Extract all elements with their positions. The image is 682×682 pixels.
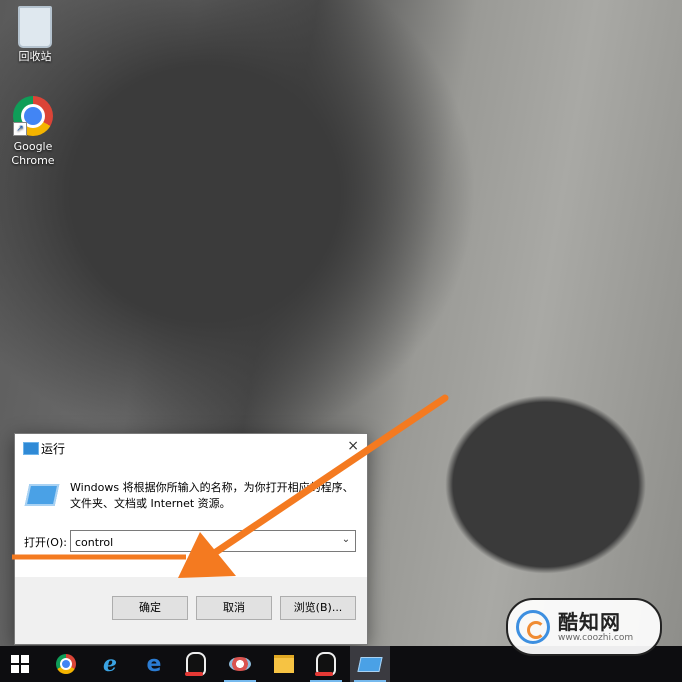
dialog-title: 运行 <box>41 442 66 456</box>
taskbar-qq[interactable] <box>176 646 216 682</box>
button-bar: 确定 取消 浏览(B)... <box>15 577 367 644</box>
folder-icon <box>274 655 294 673</box>
open-combobox[interactable]: ⌄ <box>70 530 356 552</box>
open-input[interactable] <box>71 533 325 552</box>
close-button[interactable]: × <box>347 438 359 454</box>
windows-logo-icon <box>11 655 29 673</box>
watermark-name: 酷知网 <box>558 609 621 634</box>
recycle-bin-shortcut[interactable]: 回收站 <box>4 6 66 64</box>
run-icon <box>24 484 60 506</box>
taskbar-qq-2[interactable] <box>306 646 346 682</box>
dialog-description: Windows 将根据你所输入的名称，为你打开相应的程序、文件夹、文档或 Int… <box>70 481 354 510</box>
open-label: 打开(O): <box>24 536 67 549</box>
app-icon <box>229 657 251 671</box>
recycle-bin-icon <box>15 6 55 48</box>
cancel-button[interactable]: 取消 <box>196 596 272 620</box>
taskbar-file-explorer[interactable] <box>264 646 304 682</box>
coozhi-logo-icon <box>516 610 550 644</box>
taskbar-app[interactable] <box>220 646 260 682</box>
run-title-icon <box>23 442 39 455</box>
chrome-icon <box>56 654 76 674</box>
start-button[interactable] <box>0 646 40 682</box>
browse-button[interactable]: 浏览(B)... <box>280 596 356 620</box>
shortcut-arrow-icon: ↗ <box>13 122 27 136</box>
title-bar[interactable]: 运行 × <box>15 434 367 462</box>
ok-button[interactable]: 确定 <box>112 596 188 620</box>
taskbar-internet-explorer[interactable]: e <box>90 646 130 682</box>
watermark-url: www.coozhi.com <box>558 632 634 643</box>
watermark: 酷知网 www.coozhi.com <box>506 598 662 656</box>
edge-icon: e <box>146 651 162 677</box>
run-dialog: 运行 × Windows 将根据你所输入的名称，为你打开相应的程序、文件夹、文档… <box>14 433 368 645</box>
chrome-label-line2: Chrome <box>11 154 55 167</box>
qq-icon <box>315 652 336 676</box>
chrome-shortcut[interactable]: ↗ Google Chrome <box>2 96 64 168</box>
qq-icon <box>185 652 206 676</box>
chevron-down-icon[interactable]: ⌄ <box>339 533 353 547</box>
internet-explorer-icon: e <box>103 651 117 677</box>
chrome-label-line1: Google <box>13 140 53 153</box>
taskbar-chrome[interactable] <box>46 646 86 682</box>
chrome-icon: ↗ <box>13 96 53 136</box>
taskbar-run[interactable] <box>350 646 390 682</box>
run-icon <box>357 656 383 672</box>
taskbar-edge[interactable]: e <box>134 646 174 682</box>
recycle-bin-label: 回收站 <box>18 50 52 63</box>
